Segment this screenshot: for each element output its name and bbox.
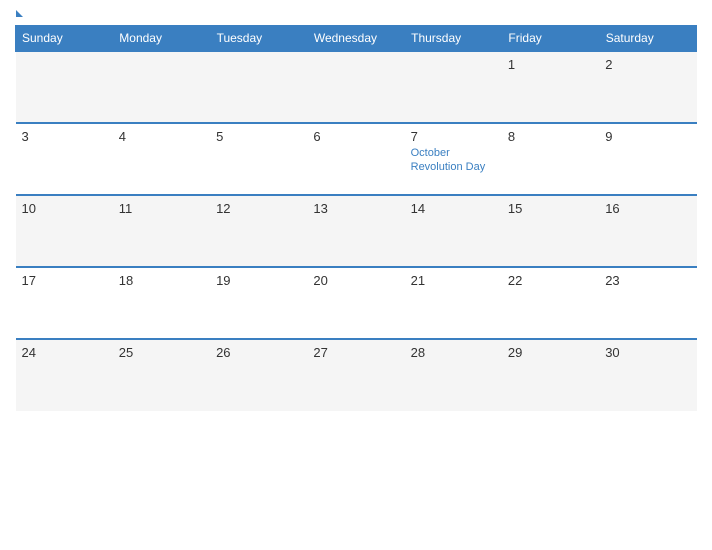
weekday-header-friday: Friday bbox=[502, 26, 599, 52]
weekday-header-wednesday: Wednesday bbox=[307, 26, 404, 52]
day-number: 6 bbox=[313, 129, 398, 144]
calendar-day-cell: 19 bbox=[210, 267, 307, 339]
calendar-week-row: 12 bbox=[16, 51, 697, 123]
calendar-day-cell bbox=[210, 51, 307, 123]
calendar-day-cell: 23 bbox=[599, 267, 696, 339]
calendar-day-cell: 6 bbox=[307, 123, 404, 195]
day-number: 26 bbox=[216, 345, 301, 360]
day-number: 25 bbox=[119, 345, 204, 360]
day-number: 1 bbox=[508, 57, 593, 72]
calendar-day-cell: 8 bbox=[502, 123, 599, 195]
day-number: 30 bbox=[605, 345, 690, 360]
holiday-name: October Revolution Day bbox=[411, 146, 496, 175]
day-number: 9 bbox=[605, 129, 690, 144]
day-number: 4 bbox=[119, 129, 204, 144]
day-number: 10 bbox=[22, 201, 107, 216]
logo-area bbox=[15, 10, 23, 17]
day-number: 29 bbox=[508, 345, 593, 360]
calendar-header-row: SundayMondayTuesdayWednesdayThursdayFrid… bbox=[16, 26, 697, 52]
calendar-day-cell bbox=[113, 51, 210, 123]
day-number: 19 bbox=[216, 273, 301, 288]
calendar-day-cell: 21 bbox=[405, 267, 502, 339]
day-number: 17 bbox=[22, 273, 107, 288]
calendar-day-cell: 30 bbox=[599, 339, 696, 411]
calendar-day-cell: 9 bbox=[599, 123, 696, 195]
calendar-day-cell: 28 bbox=[405, 339, 502, 411]
calendar-day-cell: 25 bbox=[113, 339, 210, 411]
calendar-day-cell: 2 bbox=[599, 51, 696, 123]
calendar-day-cell: 11 bbox=[113, 195, 210, 267]
calendar-day-cell: 17 bbox=[16, 267, 113, 339]
day-number: 22 bbox=[508, 273, 593, 288]
weekday-header-saturday: Saturday bbox=[599, 26, 696, 52]
weekday-header-thursday: Thursday bbox=[405, 26, 502, 52]
calendar-day-cell: 14 bbox=[405, 195, 502, 267]
calendar-day-cell: 13 bbox=[307, 195, 404, 267]
day-number: 8 bbox=[508, 129, 593, 144]
calendar-week-row: 24 25 26 27 28 29 30 bbox=[16, 339, 697, 411]
calendar-day-cell: 5 bbox=[210, 123, 307, 195]
calendar-day-cell: 26 bbox=[210, 339, 307, 411]
day-number: 23 bbox=[605, 273, 690, 288]
day-number: 11 bbox=[119, 201, 204, 216]
calendar-day-cell: 7 October Revolution Day bbox=[405, 123, 502, 195]
calendar-body: 1234567October Revolution Day89101112131… bbox=[16, 51, 697, 411]
day-number: 13 bbox=[313, 201, 398, 216]
calendar-day-cell: 24 bbox=[16, 339, 113, 411]
day-number: 16 bbox=[605, 201, 690, 216]
day-number: 21 bbox=[411, 273, 496, 288]
calendar-day-cell: 10 bbox=[16, 195, 113, 267]
weekday-header-tuesday: Tuesday bbox=[210, 26, 307, 52]
weekday-header-row: SundayMondayTuesdayWednesdayThursdayFrid… bbox=[16, 26, 697, 52]
calendar-grid: SundayMondayTuesdayWednesdayThursdayFrid… bbox=[15, 25, 697, 411]
day-number: 15 bbox=[508, 201, 593, 216]
logo-triangle-icon bbox=[16, 10, 23, 17]
day-number: 14 bbox=[411, 201, 496, 216]
day-number: 5 bbox=[216, 129, 301, 144]
calendar-day-cell: 27 bbox=[307, 339, 404, 411]
calendar-day-cell: 18 bbox=[113, 267, 210, 339]
day-number: 20 bbox=[313, 273, 398, 288]
calendar-day-cell: 1 bbox=[502, 51, 599, 123]
day-number: 2 bbox=[605, 57, 690, 72]
calendar-container: SundayMondayTuesdayWednesdayThursdayFrid… bbox=[0, 0, 712, 550]
calendar-day-cell: 15 bbox=[502, 195, 599, 267]
calendar-day-cell: 16 bbox=[599, 195, 696, 267]
calendar-day-cell: 12 bbox=[210, 195, 307, 267]
day-number: 24 bbox=[22, 345, 107, 360]
day-number: 18 bbox=[119, 273, 204, 288]
day-number: 12 bbox=[216, 201, 301, 216]
calendar-day-cell: 29 bbox=[502, 339, 599, 411]
day-number: 3 bbox=[22, 129, 107, 144]
calendar-day-cell: 22 bbox=[502, 267, 599, 339]
calendar-day-cell bbox=[405, 51, 502, 123]
calendar-week-row: 10 11 12 13 14 15 16 bbox=[16, 195, 697, 267]
calendar-week-row: 34567 October Revolution Day 89 bbox=[16, 123, 697, 195]
calendar-header bbox=[15, 10, 697, 17]
calendar-day-cell: 4 bbox=[113, 123, 210, 195]
calendar-day-cell: 3 bbox=[16, 123, 113, 195]
calendar-day-cell: 20 bbox=[307, 267, 404, 339]
logo-blue-text bbox=[15, 10, 23, 17]
weekday-header-monday: Monday bbox=[113, 26, 210, 52]
day-number: 7 bbox=[411, 129, 496, 144]
day-number: 28 bbox=[411, 345, 496, 360]
calendar-day-cell bbox=[307, 51, 404, 123]
calendar-day-cell bbox=[16, 51, 113, 123]
calendar-week-row: 17 18 19 20 21 22 23 bbox=[16, 267, 697, 339]
day-number: 27 bbox=[313, 345, 398, 360]
weekday-header-sunday: Sunday bbox=[16, 26, 113, 52]
